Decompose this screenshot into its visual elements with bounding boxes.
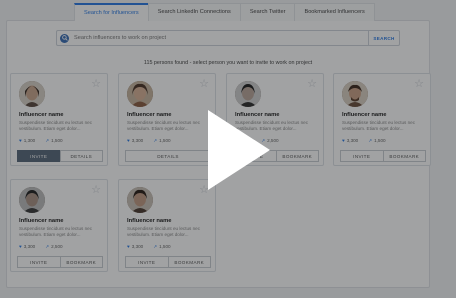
play-icon[interactable] xyxy=(208,110,270,190)
